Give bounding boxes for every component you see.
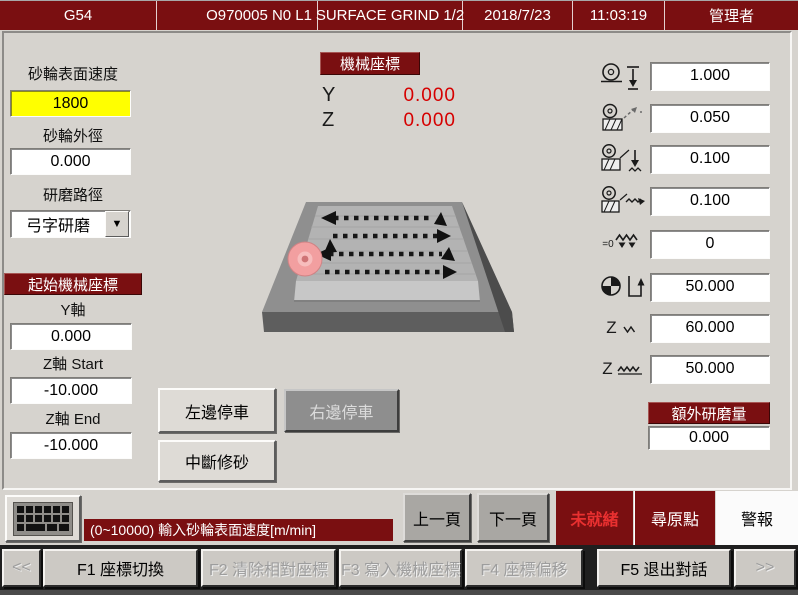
surface-speed-label: 砂輪表面速度 [4, 66, 142, 84]
next-page-button[interactable]: 下一頁 [477, 493, 549, 542]
param-row: 0.100 [596, 143, 776, 175]
g-code-display: G54 [0, 1, 157, 30]
status-message-bar: (0~10000) 輸入砂輪表面速度[m/min] [84, 519, 393, 541]
find-home-button[interactable]: 尋原點 [634, 491, 715, 545]
param-row: Z 60.000 [596, 312, 776, 344]
titlebar: G54 O970005 N0 L1 SURFACE GRIND 1/2 2018… [0, 0, 798, 30]
park-left-button[interactable]: 左邊停車 [158, 388, 276, 433]
param-row: 1.000 [596, 60, 776, 92]
param-row: 0.100 [596, 185, 776, 217]
grind-path-dropdown[interactable]: 弓字研磨 ▼ [10, 210, 131, 238]
function-key-row: << F1 座標切換 F2 清除相對座標 F3 寫入機械座標 F4 座標偏移 F… [0, 545, 798, 595]
wheel-rough-downfeed-icon [596, 143, 650, 175]
wheel-diameter-field[interactable]: 0.000 [10, 148, 131, 175]
y-axis-label: Y軸 [4, 302, 142, 320]
surface-speed-field[interactable]: 1800 [10, 90, 131, 117]
z-end-field[interactable]: -10.000 [10, 432, 132, 459]
total-downfeed-field[interactable]: 1.000 [650, 62, 770, 91]
dropdown-arrow-button[interactable]: ▼ [105, 211, 129, 237]
z-start-label: Z軸 Start [4, 356, 142, 374]
fine-downfeed-field[interactable]: 0.100 [650, 187, 770, 216]
grind-table-3d-graphic [256, 178, 572, 356]
machine-z-value: 0.000 [330, 110, 456, 132]
wheel-fine-downfeed-icon [596, 185, 650, 217]
f5-exit-dialog-key[interactable]: F5 退出對話 [597, 549, 731, 587]
lift-height-field[interactable]: 50.000 [650, 273, 770, 302]
interrupt-dress-button[interactable]: 中斷修砂 [158, 440, 276, 482]
alarm-button[interactable]: 警報 [716, 491, 798, 545]
f1-coord-switch-key[interactable]: F1 座標切換 [43, 549, 198, 587]
user-role-display: 管理者 [665, 1, 798, 30]
y-axis-field[interactable]: 0.000 [10, 323, 132, 350]
param-row: =0 0 [596, 228, 776, 260]
extra-grind-field[interactable]: 0.000 [648, 426, 770, 450]
wheel-total-downfeed-icon [596, 60, 650, 92]
z-grind-level-field[interactable]: 50.000 [650, 355, 770, 384]
date-display: 2018/7/23 [463, 1, 573, 30]
time-display: 11:03:19 [573, 1, 665, 30]
sparkout-zero-icon: =0 [596, 228, 650, 260]
z-end-label: Z軸 End [4, 411, 142, 429]
f2-clear-relative-coords-key: F2 清除相對座標 [201, 549, 336, 587]
f4-coord-offset-key: F4 座標偏移 [465, 549, 583, 587]
f3-write-machine-coords-key: F3 寫入機械座標 [339, 549, 462, 587]
z-grind-level-icon: Z [596, 353, 650, 385]
dress-feed-field[interactable]: 0.050 [650, 104, 770, 133]
program-number: O970005 N0 L1 [157, 1, 318, 30]
start-coords-header: 起始機械座標 [4, 273, 142, 295]
park-right-button[interactable]: 右邊停車 [284, 389, 399, 432]
sparkout-count-field[interactable]: 0 [650, 230, 770, 259]
wheel-dress-feed-icon [596, 102, 650, 134]
page-back-key: << [2, 549, 41, 587]
wheel-diameter-label: 砂輪外徑 [4, 128, 142, 146]
z-rapid-level-field[interactable]: 60.000 [650, 314, 770, 343]
z-start-field[interactable]: -10.000 [10, 377, 132, 404]
grind-path-selected-value: 弓字研磨 [11, 212, 105, 236]
keyboard-icon [13, 502, 73, 536]
param-row: Z 50.000 [596, 353, 776, 385]
wheel-lift-path-icon [596, 271, 650, 303]
prev-page-button[interactable]: 上一頁 [403, 493, 471, 542]
virtual-keyboard-button[interactable] [5, 495, 81, 542]
screen-title: SURFACE GRIND 1/2 [318, 1, 463, 30]
machine-y-value: 0.000 [330, 85, 456, 107]
machine-coords-header: 機械座標 [320, 52, 420, 75]
extra-grind-header: 額外研磨量 [648, 402, 770, 424]
grind-path-label: 研磨路徑 [4, 187, 142, 205]
not-ready-status-badge: 未就緒 [556, 491, 633, 545]
page-forward-key: >> [734, 549, 796, 587]
cnc-grinder-screen: G54 O970005 N0 L1 SURFACE GRIND 1/2 2018… [0, 0, 798, 595]
grinding-wheel-icon [288, 242, 322, 276]
param-row: 0.050 [596, 102, 776, 134]
rough-downfeed-field[interactable]: 0.100 [650, 145, 770, 174]
z-rapid-level-icon: Z [596, 312, 650, 344]
param-row: 50.000 [596, 271, 776, 303]
chevron-down-icon: ▼ [112, 218, 123, 230]
